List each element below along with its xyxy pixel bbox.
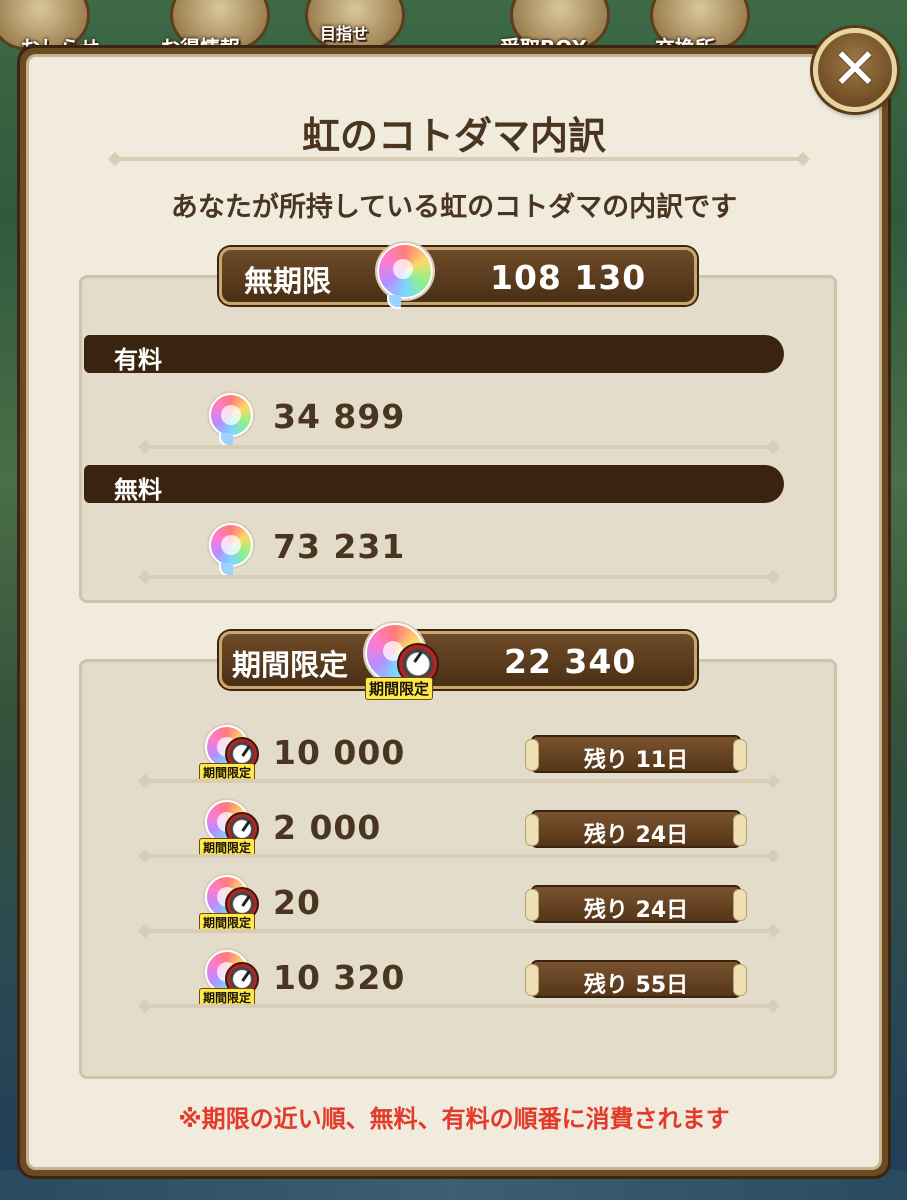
rainbow-kotodama-icon (377, 243, 433, 309)
limited-tag: 期間限定 (365, 677, 434, 700)
remaining-days-label: 残り 24日 (583, 823, 689, 848)
kotodama-breakdown-dialog: 虹のコトダマ内訳 あなたが所持している虹のコトダマの内訳です 無期限 108 1… (20, 48, 888, 1176)
dialog-body: 虹のコトダマ内訳 あなたが所持している虹のコトダマの内訳です 無期限 108 1… (26, 54, 882, 1170)
remaining-days-badge: 残り 24日 (525, 810, 747, 848)
row-divider (144, 854, 774, 858)
limited-amount: 10 320 (273, 958, 406, 997)
limited-header-label: 期間限定 (232, 648, 349, 682)
paid-section-label: 有料 (114, 346, 162, 374)
row-divider (144, 779, 774, 783)
remaining-days-badge: 残り 24日 (525, 885, 747, 923)
unlimited-header-label: 無期限 (244, 264, 332, 298)
row-divider (144, 929, 774, 933)
remaining-days-badge: 残り 55日 (525, 960, 747, 998)
free-amount: 73 231 (273, 527, 406, 566)
row-divider (144, 575, 774, 579)
limited-panel (79, 659, 837, 1079)
unlimited-header: 無期限 108 130 (219, 247, 697, 305)
limited-amount: 2 000 (273, 808, 382, 847)
row-divider (144, 1004, 774, 1008)
paid-amount: 34 899 (273, 397, 406, 436)
remaining-days-label: 残り 11日 (583, 748, 689, 773)
limited-amount: 20 (273, 883, 321, 922)
remaining-days-label: 残り 24日 (583, 898, 689, 923)
close-icon: ✕ (831, 37, 879, 102)
consumption-order-note: ※期限の近い順、無料、有料の順番に消費されます (178, 1105, 730, 1133)
free-section-bar: 無料 (84, 465, 784, 504)
unlimited-total: 108 130 (490, 258, 647, 297)
rainbow-kotodama-icon (209, 393, 253, 447)
limited-total: 22 340 (504, 642, 637, 681)
limited-header: 期間限定 22 340 (219, 631, 697, 689)
title-divider (114, 157, 804, 161)
limited-amount: 10 000 (273, 733, 406, 772)
unlimited-panel (79, 275, 837, 603)
paid-section-bar: 有料 (84, 335, 784, 374)
row-divider (144, 445, 774, 449)
dialog-subtitle: あなたが所持している虹のコトダマの内訳です (170, 192, 738, 223)
rainbow-kotodama-icon (209, 523, 253, 577)
remaining-days-badge: 残り 11日 (525, 735, 747, 773)
close-button[interactable]: ✕ (813, 28, 897, 112)
free-section-label: 無料 (114, 476, 162, 504)
remaining-days-label: 残り 55日 (583, 973, 689, 998)
dialog-title: 虹のコトダマ内訳 (301, 114, 606, 158)
nav-label-goals: 目指せ (320, 24, 369, 43)
